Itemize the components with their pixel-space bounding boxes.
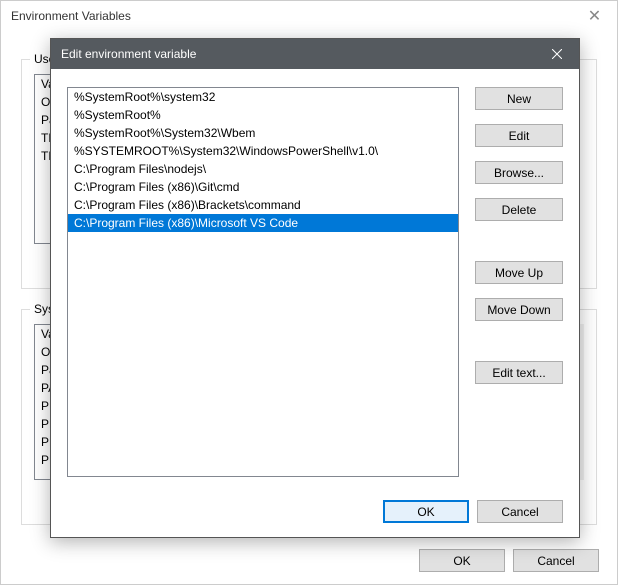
edit-button[interactable]: Edit: [475, 124, 563, 147]
browse-button[interactable]: Browse...: [475, 161, 563, 184]
child-body: %SystemRoot%\system32 %SystemRoot% %Syst…: [51, 69, 579, 537]
child-close-button[interactable]: [534, 39, 579, 69]
move-up-button[interactable]: Move Up: [475, 261, 563, 284]
delete-button[interactable]: Delete: [475, 198, 563, 221]
parent-ok-button[interactable]: OK: [419, 549, 505, 572]
child-title: Edit environment variable: [61, 47, 196, 61]
path-item[interactable]: %SystemRoot%\System32\Wbem: [68, 124, 458, 142]
parent-titlebar: Environment Variables ✕: [1, 1, 617, 31]
path-item[interactable]: C:\Program Files\nodejs\: [68, 160, 458, 178]
parent-close-button[interactable]: ✕: [572, 1, 617, 31]
edit-env-var-dialog: Edit environment variable %SystemRoot%\s…: [50, 38, 580, 538]
path-item[interactable]: %SYSTEMROOT%\System32\WindowsPowerShell\…: [68, 142, 458, 160]
child-ok-button[interactable]: OK: [383, 500, 469, 523]
path-item[interactable]: %SystemRoot%: [68, 106, 458, 124]
parent-button-row: OK Cancel: [419, 549, 599, 572]
side-button-column: New Edit Browse... Delete Move Up Move D…: [475, 87, 563, 384]
close-icon: ✕: [588, 6, 601, 26]
path-listbox[interactable]: %SystemRoot%\system32 %SystemRoot% %Syst…: [67, 87, 459, 477]
parent-title: Environment Variables: [11, 9, 131, 23]
new-button[interactable]: New: [475, 87, 563, 110]
child-cancel-button[interactable]: Cancel: [477, 500, 563, 523]
edit-text-button[interactable]: Edit text...: [475, 361, 563, 384]
child-titlebar: Edit environment variable: [51, 39, 579, 69]
close-icon: [552, 49, 562, 59]
parent-cancel-button[interactable]: Cancel: [513, 549, 599, 572]
path-item[interactable]: C:\Program Files (x86)\Git\cmd: [68, 178, 458, 196]
child-button-row: OK Cancel: [383, 500, 563, 523]
path-item-selected[interactable]: C:\Program Files (x86)\Microsoft VS Code: [68, 214, 458, 232]
path-item[interactable]: %SystemRoot%\system32: [68, 88, 458, 106]
move-down-button[interactable]: Move Down: [475, 298, 563, 321]
path-item[interactable]: C:\Program Files (x86)\Brackets\command: [68, 196, 458, 214]
